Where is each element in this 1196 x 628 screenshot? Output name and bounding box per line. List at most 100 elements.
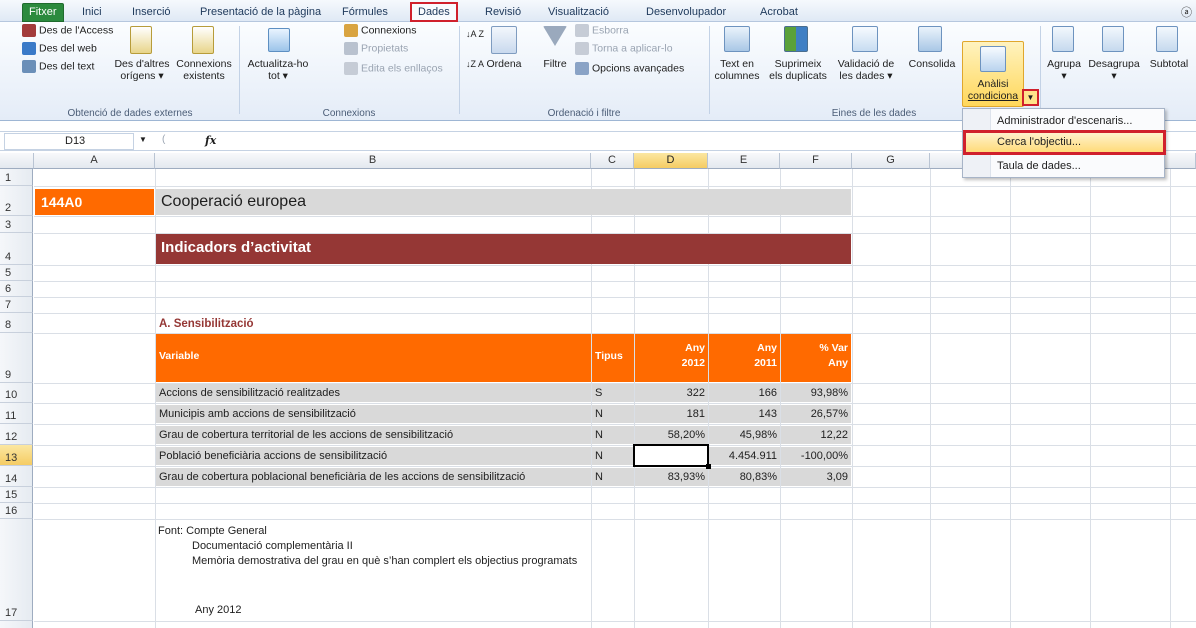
what-if-analysis-button[interactable]: Anàlisi condiciona: [962, 41, 1024, 107]
row-header-13[interactable]: 13: [0, 445, 33, 466]
cell-type[interactable]: S: [592, 384, 634, 402]
row-header-14[interactable]: 14: [0, 466, 33, 487]
existing-connections-button[interactable]: Connexions existents: [175, 58, 233, 82]
active-cell-d13[interactable]: [633, 444, 709, 467]
cell-type[interactable]: N: [592, 447, 634, 465]
column-header-d[interactable]: D: [634, 153, 708, 169]
tab-review[interactable]: Revisió: [485, 4, 521, 22]
from-access-button[interactable]: Des de l'Access: [22, 24, 113, 37]
column-header-c[interactable]: C: [591, 153, 634, 169]
tab-page-layout[interactable]: Presentació de la pàgina: [200, 4, 321, 22]
help-icon[interactable]: ⓐ: [1181, 4, 1192, 20]
from-text-button[interactable]: Des del text: [22, 60, 94, 73]
cell-variation[interactable]: 93,98%: [781, 384, 851, 402]
reapply-button[interactable]: Torna a aplicar-lo: [575, 42, 673, 55]
cell-type[interactable]: N: [592, 426, 634, 444]
clear-filter-button[interactable]: Esborra: [575, 24, 629, 37]
subtotal-button[interactable]: Subtotal: [1144, 58, 1194, 70]
data-table-item[interactable]: Taula de dades...: [997, 157, 1081, 175]
group-button[interactable]: Agrupa ▾: [1044, 58, 1084, 82]
tab-view[interactable]: Visualització: [548, 4, 609, 22]
from-web-button[interactable]: Des del web: [22, 42, 97, 55]
tab-file[interactable]: Fitxer: [22, 3, 64, 22]
note-source[interactable]: Font: Compte General: [158, 524, 758, 539]
sort-za-button[interactable]: ↓Z A: [466, 58, 484, 70]
cell-2011[interactable]: 45,98%: [709, 426, 780, 444]
cell-variable[interactable]: Població beneficiària accions de sensibi…: [156, 447, 591, 465]
column-header-e[interactable]: E: [708, 153, 780, 169]
consolidate-button[interactable]: Consolida: [906, 58, 958, 70]
row-header-16[interactable]: 16: [0, 503, 33, 519]
row-header-12[interactable]: 12: [0, 424, 33, 445]
cancel-formula-icon[interactable]: (: [162, 134, 165, 145]
cell-type[interactable]: N: [592, 405, 634, 423]
name-box[interactable]: D13: [4, 133, 134, 150]
row-header-2[interactable]: 2: [0, 186, 33, 216]
row-header-15[interactable]: 15: [0, 487, 33, 503]
section-heading[interactable]: Indicadors d’activitat: [156, 234, 851, 264]
cell-variable[interactable]: Accions de sensibilització realitzades: [156, 384, 591, 402]
cell-2011[interactable]: 143: [709, 405, 780, 423]
row-header-10[interactable]: 10: [0, 383, 33, 403]
what-if-dropdown-arrow[interactable]: ▼: [1022, 89, 1039, 106]
goal-seek-item[interactable]: Cerca l'objectiu...: [963, 130, 1166, 155]
program-code[interactable]: 144A0: [35, 189, 154, 215]
tab-developer[interactable]: Desenvolupador: [646, 4, 726, 22]
cell-2011[interactable]: 4.454.911: [709, 447, 780, 465]
fill-handle[interactable]: [706, 464, 711, 469]
cell-2012[interactable]: 83,93%: [635, 468, 708, 486]
data-validation-button[interactable]: Validació de les dades ▾: [836, 58, 896, 82]
cell-variable[interactable]: Grau de cobertura poblacional beneficiàr…: [156, 468, 591, 486]
tab-formulas[interactable]: Fórmules: [342, 4, 388, 22]
sort-button[interactable]: Ordena: [486, 58, 522, 70]
select-all-corner[interactable]: [0, 153, 34, 169]
filter-button[interactable]: Filtre: [538, 58, 572, 70]
cell-variation[interactable]: 26,57%: [781, 405, 851, 423]
tab-data[interactable]: Dades: [410, 2, 458, 22]
column-header-f[interactable]: F: [780, 153, 852, 169]
page-title[interactable]: Cooperació europea: [156, 189, 851, 215]
cell-2011[interactable]: 80,83%: [709, 468, 780, 486]
header-type[interactable]: Tipus: [592, 334, 634, 382]
header-year-2011[interactable]: Any 2011: [709, 334, 780, 382]
row-header-6[interactable]: 6: [0, 281, 33, 297]
advanced-filter-button[interactable]: Opcions avançades: [575, 62, 684, 75]
column-header-g[interactable]: G: [852, 153, 930, 169]
row-header-17[interactable]: 17: [0, 519, 33, 621]
subsection-title[interactable]: A. Sensibilització: [156, 318, 456, 333]
properties-button[interactable]: Propietats: [344, 42, 408, 55]
row-header-9[interactable]: 9: [0, 333, 33, 383]
column-header-b[interactable]: B: [155, 153, 591, 169]
row-header-18[interactable]: [0, 621, 33, 628]
cell-variation[interactable]: 12,22: [781, 426, 851, 444]
row-header-1[interactable]: 1: [0, 169, 33, 186]
cell-variation[interactable]: -100,00%: [781, 447, 851, 465]
connections-button[interactable]: Connexions: [344, 24, 416, 37]
row-header-3[interactable]: 3: [0, 216, 33, 233]
tab-acrobat[interactable]: Acrobat: [760, 4, 798, 22]
chevron-down-icon[interactable]: ▼: [139, 135, 147, 144]
insert-function-icon[interactable]: fx: [205, 134, 216, 147]
cell-2011[interactable]: 166: [709, 384, 780, 402]
cell-2012[interactable]: 181: [635, 405, 708, 423]
header-variation[interactable]: % Var Any: [781, 334, 851, 382]
sort-az-button[interactable]: ↓A Z: [466, 28, 484, 40]
column-header-a[interactable]: A: [34, 153, 155, 169]
cell-2012[interactable]: 322: [635, 384, 708, 402]
refresh-all-button[interactable]: Actualitza-ho tot ▾: [242, 58, 314, 82]
cell-variation[interactable]: 3,09: [781, 468, 851, 486]
tab-home[interactable]: Inici: [82, 4, 102, 22]
cell-variable[interactable]: Municipis amb accions de sensibilització: [156, 405, 591, 423]
scenario-manager-item[interactable]: Administrador d'escenaris...: [997, 112, 1132, 130]
edit-links-button[interactable]: Edita els enllaços: [344, 62, 443, 75]
row-header-5[interactable]: 5: [0, 265, 33, 281]
remove-duplicates-button[interactable]: Suprimeix els duplicats: [764, 58, 832, 82]
header-year-2012[interactable]: Any 2012: [635, 334, 708, 382]
other-sources-button[interactable]: Des d'altres orígens ▾: [113, 58, 171, 82]
text-to-columns-button[interactable]: Text en columnes: [712, 58, 762, 82]
header-variable[interactable]: Variable: [156, 334, 591, 382]
cell-type[interactable]: N: [592, 468, 634, 486]
row-header-4[interactable]: 4: [0, 233, 33, 265]
ungroup-button[interactable]: Desagrupa ▾: [1086, 58, 1142, 82]
tab-insert[interactable]: Inserció: [132, 4, 171, 22]
